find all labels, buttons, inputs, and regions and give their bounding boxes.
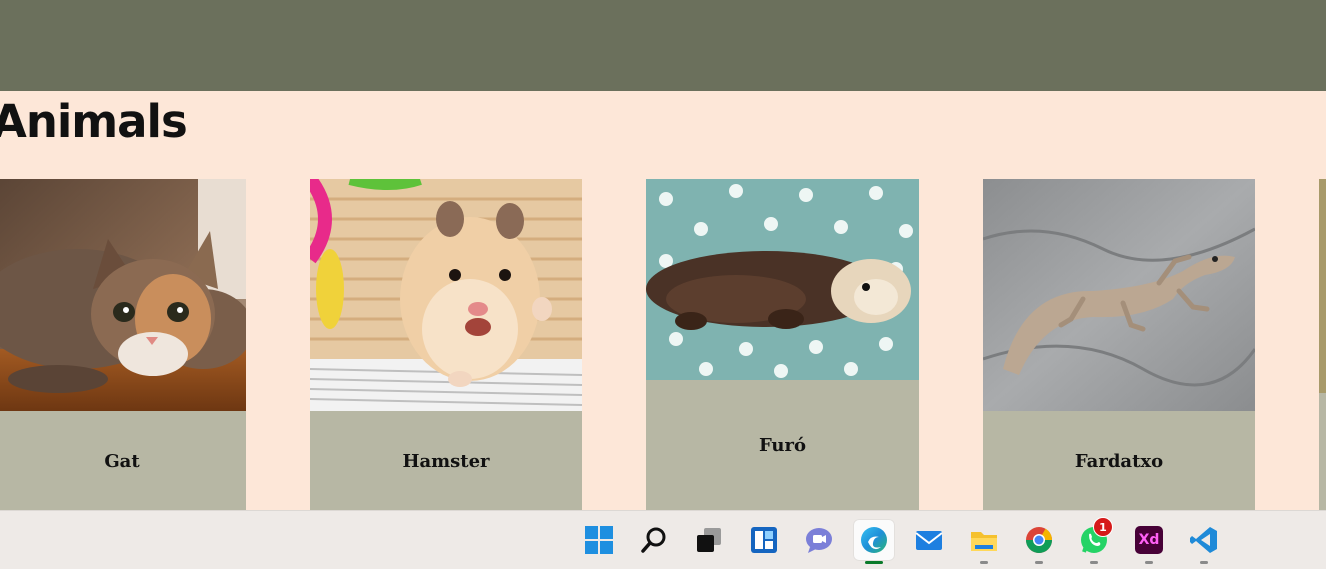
edge-browser-icon[interactable]: [853, 519, 895, 564]
xd-badge: Xd: [1135, 526, 1163, 554]
animal-card-gat[interactable]: Gat: [0, 179, 246, 510]
widgets-icon[interactable]: [743, 519, 785, 561]
chrome-icon[interactable]: [1018, 519, 1060, 564]
card-label: Hamster: [402, 451, 490, 472]
start-windows-icon[interactable]: [578, 519, 620, 561]
running-indicator: [1035, 561, 1043, 564]
running-indicator: [1090, 561, 1098, 564]
chat-icon[interactable]: [798, 519, 840, 561]
animal-card-fardatxo[interactable]: Fardatxo: [983, 179, 1255, 510]
header-bar: [0, 0, 1326, 91]
lizard-photo: [983, 179, 1255, 411]
adobe-xd-icon[interactable]: Xd: [1128, 519, 1170, 564]
hamster-photo: [310, 179, 582, 411]
running-indicator: [1200, 561, 1208, 564]
animal-card-furo[interactable]: Furó: [646, 179, 919, 510]
animal-card-hamster[interactable]: Hamster: [310, 179, 582, 510]
task-view-icon[interactable]: [688, 519, 730, 561]
mail-icon[interactable]: [908, 519, 950, 561]
windows-taskbar: 1 Xd: [0, 510, 1326, 569]
card-label: Fardatxo: [1074, 451, 1164, 472]
ferret-photo: [646, 179, 919, 380]
animal-card-partial[interactable]: [1319, 179, 1326, 510]
active-indicator: [865, 561, 883, 564]
xd-text: Xd: [1138, 532, 1160, 548]
cat-photo: [0, 179, 246, 411]
whatsapp-icon[interactable]: 1: [1073, 517, 1115, 564]
page-content: Animals Gat Hamster Furó Fardatxo: [0, 91, 1326, 510]
running-indicator: [1145, 561, 1153, 564]
search-icon[interactable]: [633, 519, 675, 561]
file-explorer-icon[interactable]: [963, 519, 1005, 564]
card-label: Gat: [104, 451, 140, 472]
running-indicator: [980, 561, 988, 564]
card-label: Furó: [758, 435, 807, 456]
page-title: Animals: [0, 95, 188, 148]
partial-photo: [1319, 179, 1326, 393]
notification-badge: 1: [1093, 517, 1113, 537]
vscode-icon[interactable]: [1183, 519, 1225, 564]
